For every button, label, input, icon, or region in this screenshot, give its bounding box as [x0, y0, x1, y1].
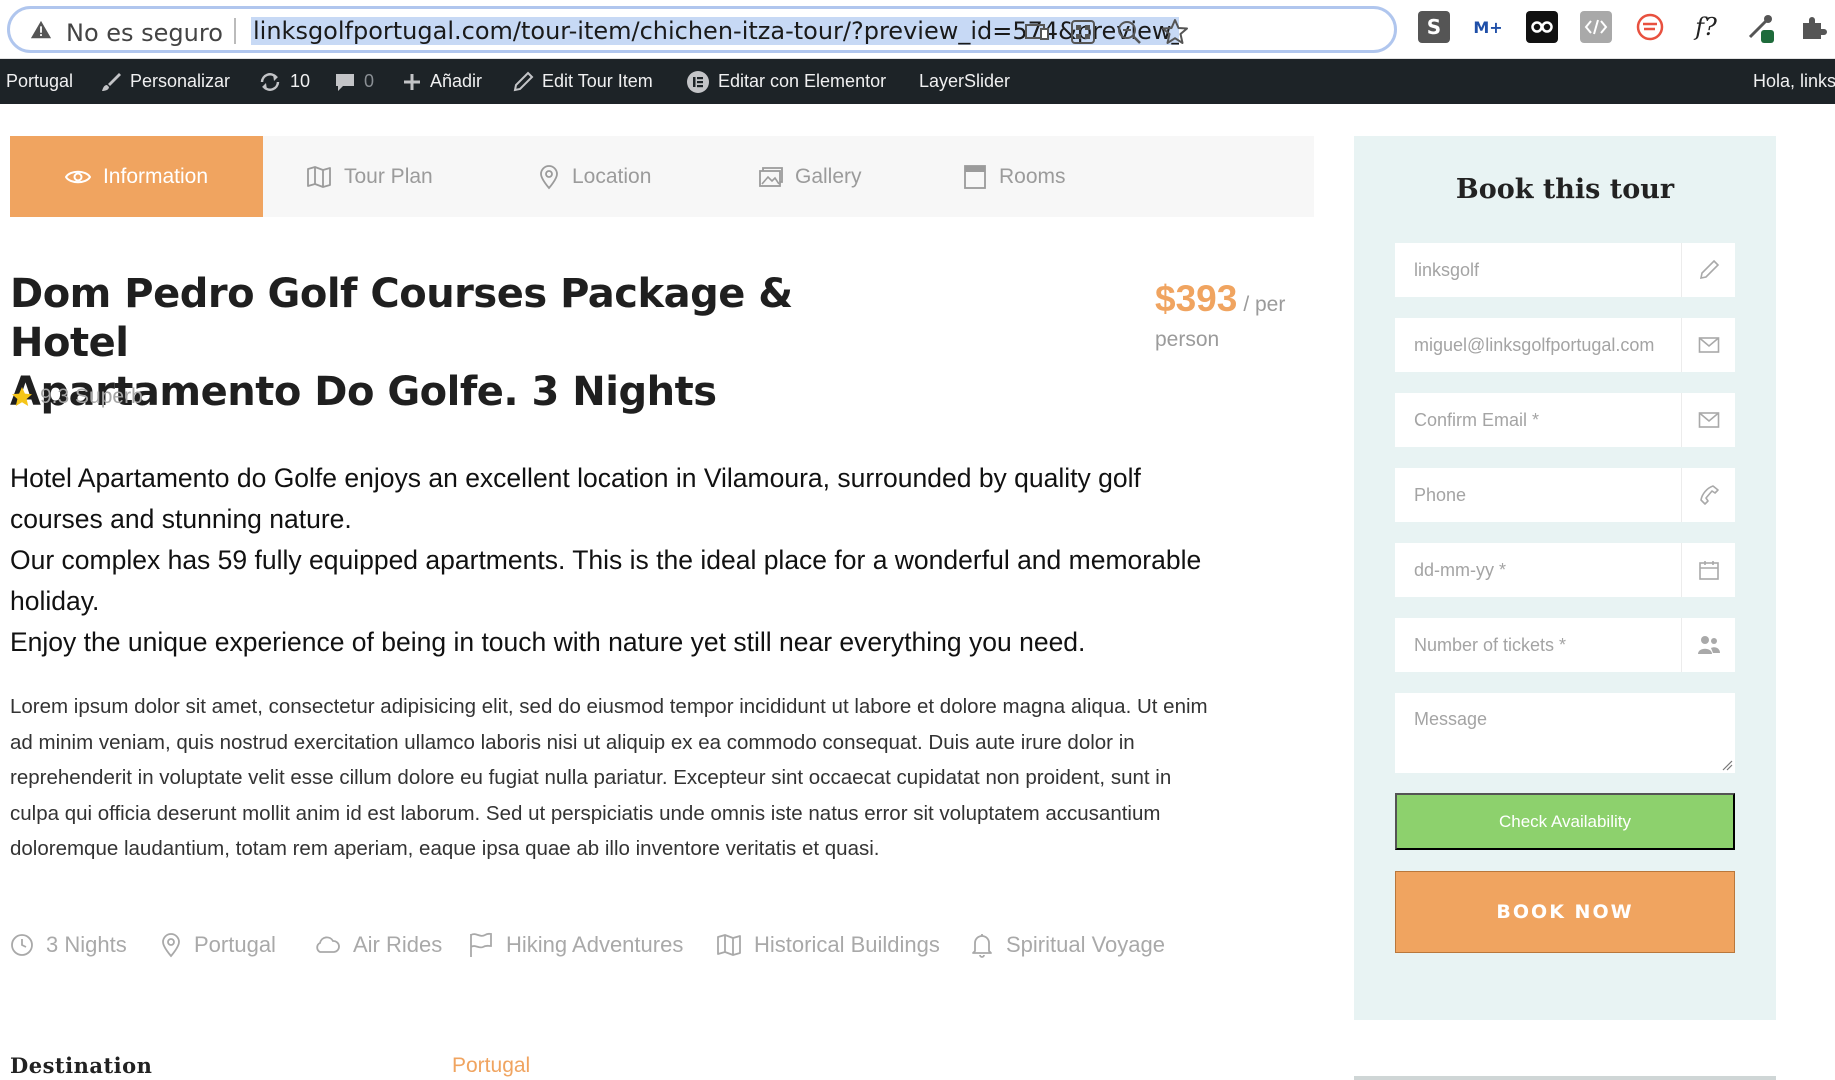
- address-bar[interactable]: No es seguro linksgolfportugal.com/tour-…: [7, 6, 1397, 53]
- admin-layerslider-link[interactable]: LayerSlider: [919, 59, 1010, 104]
- code-extension-icon[interactable]: [1580, 11, 1612, 43]
- plus-icon: [404, 73, 420, 90]
- location-pin-icon: [540, 164, 558, 189]
- feature-location: Portugal: [160, 928, 276, 962]
- address-divider: [234, 18, 236, 44]
- bookmark-star-icon[interactable]: [1160, 17, 1190, 47]
- image-strip: [1354, 1076, 1776, 1080]
- date-field[interactable]: dd-mm-yy *: [1395, 543, 1735, 597]
- qr-icon[interactable]: [1068, 17, 1098, 47]
- tour-description: Lorem ipsum dolor sit amet, consectetur …: [10, 695, 1208, 861]
- admin-edit-item-link[interactable]: Edit Tour Item: [512, 59, 653, 104]
- clock-icon: [11, 934, 33, 956]
- tour-tabs: Information Tour Plan Location Gallery R…: [10, 136, 1314, 217]
- location-pin-icon: [162, 933, 180, 958]
- people-icon: [1697, 636, 1720, 654]
- cloud-icon: [316, 936, 340, 953]
- security-label[interactable]: No es seguro: [66, 19, 223, 47]
- warning-icon[interactable]: [30, 19, 52, 41]
- intro-paragraph: Our complex has 59 fully equipped apartm…: [10, 545, 1202, 616]
- feature-duration: 3 Nights: [10, 928, 127, 962]
- email-field[interactable]: miguel@linksgolfportugal.com: [1395, 318, 1735, 372]
- feature-historical: Historical Buildings: [716, 928, 940, 962]
- price-unit: person: [1155, 328, 1220, 351]
- elementor-icon: [687, 70, 709, 93]
- tickets-field[interactable]: Number of tickets *: [1395, 618, 1735, 672]
- fx-extension-icon[interactable]: f?: [1690, 11, 1722, 43]
- booking-heading: Book this tour: [1455, 174, 1675, 205]
- name-field[interactable]: linksgolf: [1395, 243, 1735, 297]
- tab-tour-plan[interactable]: Tour Plan: [306, 136, 433, 217]
- flag-icon: [470, 932, 492, 957]
- tour-price: $393/ per person: [1155, 278, 1315, 352]
- zoom-icon[interactable]: [1114, 17, 1144, 47]
- gallery-icon: [759, 166, 783, 187]
- confirm-email-field[interactable]: Confirm Email *: [1395, 393, 1735, 447]
- tour-intro: Hotel Apartamento do Golfe enjoys an exc…: [10, 458, 1210, 663]
- admin-comments-link[interactable]: 0: [334, 59, 374, 104]
- rating-text: 9.3 Superb: [40, 385, 143, 408]
- m-plus-extension-icon[interactable]: M+: [1472, 11, 1504, 43]
- lines-extension-icon[interactable]: [1634, 11, 1666, 43]
- envelope-icon: [1698, 412, 1719, 428]
- cast-icon[interactable]: [1022, 17, 1052, 47]
- price-per: / per: [1243, 293, 1286, 316]
- destination-link[interactable]: Portugal: [452, 1054, 530, 1078]
- feature-air-rides: Air Rides: [313, 928, 442, 962]
- comment-icon: [336, 73, 354, 91]
- envelope-icon: [1698, 337, 1719, 353]
- check-availability-button[interactable]: Check Availability: [1395, 793, 1735, 850]
- phone-field[interactable]: Phone: [1395, 468, 1735, 522]
- browser-toolbar: No es seguro linksgolfportugal.com/tour-…: [0, 0, 1835, 59]
- pencil-icon: [513, 71, 534, 91]
- booking-form: Book this tour linksgolf miguel@linksgol…: [1354, 136, 1776, 1020]
- tab-rooms[interactable]: Rooms: [963, 136, 1066, 217]
- pencil-icon: [1699, 259, 1719, 280]
- price-amount: $393: [1155, 278, 1238, 319]
- intro-paragraph: Hotel Apartamento do Golfe enjoys an exc…: [10, 463, 1141, 534]
- tab-information[interactable]: Information: [10, 136, 263, 217]
- eyedropper-extension-icon[interactable]: [1744, 11, 1776, 43]
- phone-icon: [1699, 485, 1719, 505]
- tab-location[interactable]: Location: [538, 136, 651, 217]
- s-extension-icon[interactable]: S: [1418, 11, 1450, 43]
- map-icon: [307, 165, 331, 188]
- tab-gallery[interactable]: Gallery: [757, 136, 862, 217]
- map-icon: [717, 934, 741, 956]
- admin-elementor-link[interactable]: Editar con Elementor: [686, 59, 886, 104]
- bell-icon: [972, 934, 992, 958]
- intro-paragraph: Enjoy the unique experience of being in …: [10, 627, 1086, 657]
- wp-admin-bar: Portugal Personalizar 10 0 Añadir Edit T…: [0, 59, 1835, 104]
- calendar-icon: [1698, 561, 1719, 580]
- rooms-icon: [964, 164, 986, 189]
- admin-updates-link[interactable]: 10: [258, 59, 310, 104]
- infinity-extension-icon[interactable]: [1526, 11, 1558, 43]
- tour-rating: 9.3 Superb: [10, 385, 143, 409]
- resize-grip-icon[interactable]: [1721, 759, 1733, 771]
- puzzle-extension-icon[interactable]: [1797, 11, 1829, 43]
- admin-add-new-link[interactable]: Añadir: [402, 59, 482, 104]
- book-now-button[interactable]: BOOK NOW: [1395, 871, 1735, 953]
- admin-site-link[interactable]: Portugal: [6, 59, 73, 104]
- feature-hiking: Hiking Adventures: [468, 928, 683, 962]
- eye-icon: [64, 170, 91, 183]
- star-icon: [12, 387, 32, 406]
- admin-customize-link[interactable]: Personalizar: [100, 59, 230, 104]
- admin-greeting[interactable]: Hola, links: [1753, 59, 1835, 104]
- brush-icon: [102, 72, 121, 91]
- message-field[interactable]: Message: [1395, 693, 1735, 773]
- updates-icon: [260, 72, 280, 91]
- destination-label: Destination: [10, 1053, 153, 1078]
- feature-spiritual: Spiritual Voyage: [970, 928, 1165, 962]
